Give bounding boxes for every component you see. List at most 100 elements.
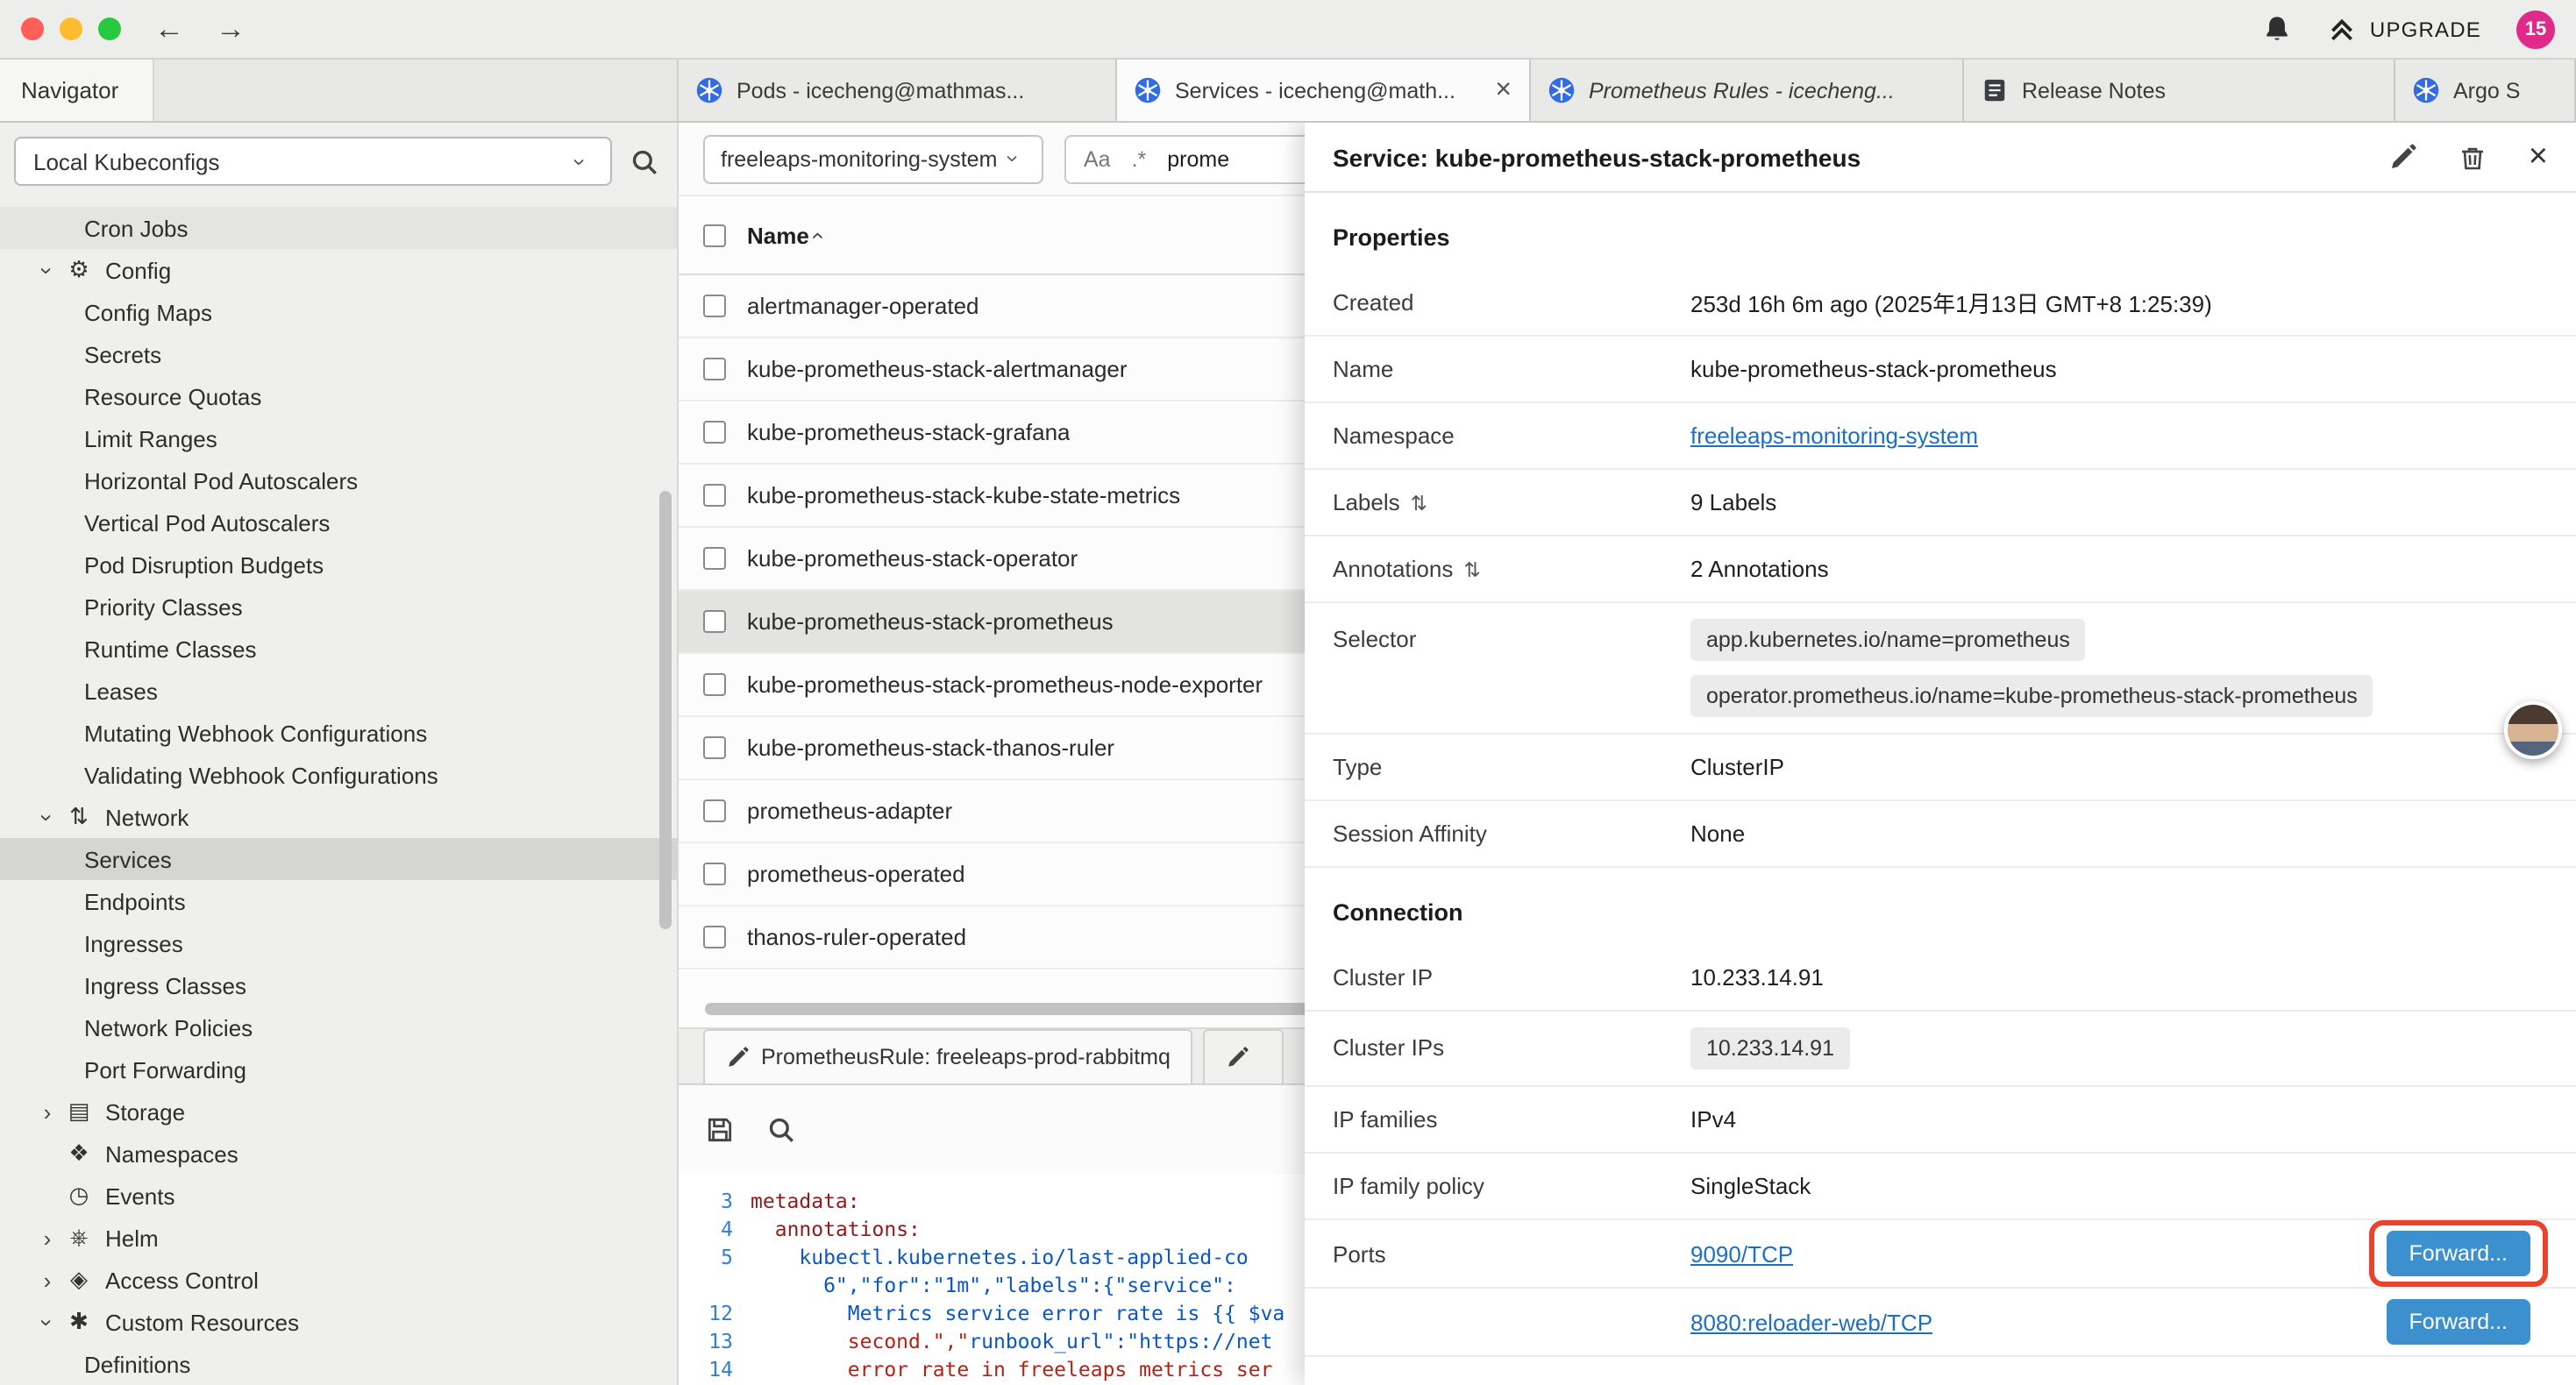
property-value: kube-prometheus-stack-prometheus bbox=[1690, 356, 2548, 382]
row-checkbox[interactable] bbox=[703, 736, 726, 759]
expand-collapse-icon[interactable]: ⇅ bbox=[1463, 557, 1480, 581]
name-column-header[interactable]: Name› bbox=[747, 222, 821, 248]
port-link[interactable]: 9090/TCP bbox=[1690, 1240, 1793, 1267]
edit-icon[interactable] bbox=[2388, 143, 2416, 171]
search-icon[interactable] bbox=[630, 146, 659, 176]
row-checkbox[interactable] bbox=[703, 610, 726, 633]
sidebar-item-access-control[interactable]: ›◈Access Control bbox=[0, 1259, 677, 1301]
sidebar-item-secrets[interactable]: Secrets bbox=[0, 333, 677, 375]
chevron-down-icon[interactable]: › bbox=[36, 1310, 59, 1334]
dock-tab-label: PrometheusRule: freeleaps-prod-rabbitmq bbox=[761, 1045, 1171, 1069]
sidebar-item-services[interactable]: Services bbox=[0, 838, 677, 880]
upgrade-button[interactable]: UPGRADE bbox=[2328, 14, 2481, 44]
sidebar-item-cron-jobs[interactable]: Cron Jobs bbox=[0, 207, 677, 249]
line-number: 13 bbox=[679, 1327, 751, 1355]
close-icon[interactable]: × bbox=[2529, 140, 2548, 174]
sidebar-item-horizontal-pod-autoscalers[interactable]: Horizontal Pod Autoscalers bbox=[0, 459, 677, 501]
row-checkbox[interactable] bbox=[703, 547, 726, 570]
sidebar-item-events[interactable]: ›◷Events bbox=[0, 1175, 677, 1217]
zoom-window-button[interactable] bbox=[98, 18, 121, 40]
sidebar-item-network-policies[interactable]: Network Policies bbox=[0, 1006, 677, 1048]
sidebar-item-runtime-classes[interactable]: Runtime Classes bbox=[0, 628, 677, 670]
namespace-filter-dropdown[interactable]: freeleaps-monitoring-system › bbox=[703, 134, 1043, 183]
sidebar-item-resource-quotas[interactable]: Resource Quotas bbox=[0, 375, 677, 417]
dock-tab-prometheusrule[interactable]: PrometheusRule: freeleaps-prod-rabbitmq bbox=[703, 1029, 1193, 1083]
sidebar-item-config-maps[interactable]: Config Maps bbox=[0, 291, 677, 333]
line-number: 4 bbox=[679, 1215, 751, 1243]
chevron-right-icon[interactable]: › bbox=[35, 1268, 60, 1291]
sidebar-item-storage[interactable]: ›▤Storage bbox=[0, 1090, 677, 1133]
sidebar-item-priority-classes[interactable]: Priority Classes bbox=[0, 586, 677, 628]
sidebar-item-endpoints[interactable]: Endpoints bbox=[0, 880, 677, 922]
forward-button[interactable]: Forward... bbox=[2386, 1231, 2530, 1276]
regex-toggle[interactable]: .* bbox=[1132, 146, 1147, 171]
line-content: second.","runbook_url":"https://net bbox=[751, 1327, 1272, 1355]
chevron-right-icon[interactable]: › bbox=[35, 1100, 60, 1123]
forward-button[interactable]: Forward... bbox=[2386, 1299, 2530, 1345]
property-row-name: Namekube-prometheus-stack-prometheus bbox=[1305, 337, 2576, 403]
sidebar-item-ingress-classes[interactable]: Ingress Classes bbox=[0, 964, 677, 1006]
chevron-down-icon[interactable]: › bbox=[36, 805, 59, 829]
sidebar-item-leases[interactable]: Leases bbox=[0, 670, 677, 712]
trash-icon[interactable] bbox=[2459, 143, 2487, 171]
sidebar-item-ingresses[interactable]: Ingresses bbox=[0, 922, 677, 964]
sidebar-item-network[interactable]: ›⇅Network bbox=[0, 796, 677, 838]
sidebar-item-custom-resources[interactable]: ›✱Custom Resources bbox=[0, 1301, 677, 1343]
line-content: annotations: bbox=[751, 1215, 921, 1243]
search-icon[interactable] bbox=[766, 1115, 796, 1145]
row-checkbox[interactable] bbox=[703, 673, 726, 696]
section-heading-properties: Properties bbox=[1305, 193, 2576, 270]
tab-prometheus-rules-icecheng[interactable]: Prometheus Rules - icecheng... bbox=[1531, 60, 1964, 121]
save-icon[interactable] bbox=[705, 1115, 735, 1145]
row-checkbox[interactable] bbox=[703, 358, 726, 380]
tab-release-notes[interactable]: Release Notes bbox=[1964, 60, 2395, 121]
port-link[interactable]: 8080:reloader-web/TCP bbox=[1690, 1309, 1932, 1335]
sidebar-item-definitions[interactable]: Definitions bbox=[0, 1343, 677, 1385]
sidebar-item-label: Resource Quotas bbox=[84, 383, 261, 409]
sidebar-item-helm[interactable]: ›⎈Helm bbox=[0, 1217, 677, 1259]
chevron-right-icon[interactable]: › bbox=[35, 1226, 60, 1249]
sidebar-item-namespaces[interactable]: ›❖Namespaces bbox=[0, 1133, 677, 1175]
sidebar-item-label: Horizontal Pod Autoscalers bbox=[84, 467, 358, 494]
kubeconfig-selector[interactable]: Local Kubeconfigs › bbox=[14, 137, 612, 186]
sidebar-item-limit-ranges[interactable]: Limit Ranges bbox=[0, 417, 677, 459]
minimize-window-button[interactable] bbox=[60, 18, 82, 40]
row-checkbox[interactable] bbox=[703, 799, 726, 822]
match-case-toggle[interactable]: Aa bbox=[1084, 146, 1111, 171]
row-checkbox[interactable] bbox=[703, 484, 726, 507]
back-icon[interactable]: ← bbox=[154, 14, 184, 44]
tab-strip: Pods - icecheng@mathmas...Services - ice… bbox=[679, 60, 2576, 121]
sidebar-item-mutating-webhook-configurations[interactable]: Mutating Webhook Configurations bbox=[0, 712, 677, 754]
sidebar-item-config[interactable]: ›⚙Config bbox=[0, 249, 677, 291]
tab-pods-icecheng-mathmas[interactable]: Pods - icecheng@mathmas... bbox=[679, 60, 1117, 121]
row-checkbox[interactable] bbox=[703, 421, 726, 444]
sidebar-item-pod-disruption-budgets[interactable]: Pod Disruption Budgets bbox=[0, 543, 677, 586]
navigator-tab[interactable]: Navigator bbox=[0, 60, 154, 121]
forward-icon[interactable]: → bbox=[216, 14, 246, 44]
namespace-link[interactable]: freeleaps-monitoring-system bbox=[1690, 423, 1978, 449]
sidebar-scrollbar[interactable] bbox=[659, 491, 672, 929]
sidebar-item-port-forwarding[interactable]: Port Forwarding bbox=[0, 1048, 677, 1090]
property-value: 253d 16h 6m ago (2025年1月13日 GMT+8 1:25:3… bbox=[1690, 286, 2548, 319]
select-all-checkbox[interactable] bbox=[703, 224, 726, 246]
notifications-bell-icon[interactable] bbox=[2263, 14, 2293, 44]
sidebar-item-vertical-pod-autoscalers[interactable]: Vertical Pod Autoscalers bbox=[0, 501, 677, 543]
dock-tab-partial[interactable] bbox=[1204, 1029, 1284, 1083]
value-badge: app.kubernetes.io/name=prometheus bbox=[1690, 619, 2086, 661]
tab-services-icecheng-math[interactable]: Services - icecheng@math... × bbox=[1117, 60, 1531, 121]
tab-argo-s[interactable]: Argo S bbox=[2395, 60, 2576, 121]
row-checkbox[interactable] bbox=[703, 295, 726, 317]
avatar[interactable] bbox=[2504, 701, 2562, 759]
sidebar-item-validating-webhook-configurations[interactable]: Validating Webhook Configurations bbox=[0, 754, 677, 796]
expand-collapse-icon[interactable]: ⇅ bbox=[1411, 490, 1427, 515]
row-checkbox[interactable] bbox=[703, 926, 726, 948]
kubeconfig-selector-value: Local Kubeconfigs bbox=[33, 148, 220, 174]
row-checkbox[interactable] bbox=[703, 863, 726, 885]
close-window-button[interactable] bbox=[21, 18, 44, 40]
close-tab-icon[interactable]: × bbox=[1495, 75, 1512, 106]
annotation-highlight-box: Forward... bbox=[2368, 1220, 2548, 1287]
notification-count-badge[interactable]: 15 bbox=[2516, 10, 2555, 48]
chevron-down-icon[interactable]: › bbox=[36, 258, 59, 282]
tab-label: Prometheus Rules - icecheng... bbox=[1589, 78, 1945, 103]
tab-label: Services - icecheng@math... bbox=[1175, 78, 1477, 103]
